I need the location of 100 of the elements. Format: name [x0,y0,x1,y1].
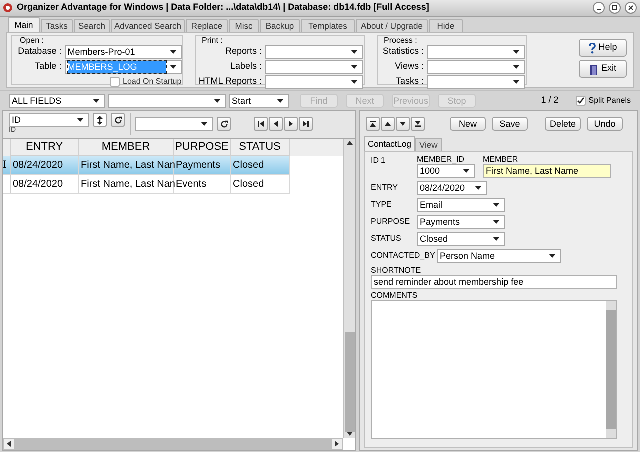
horizontal-scrollbar[interactable] [3,438,343,450]
up-arrow-button[interactable] [381,116,395,130]
previous-button[interactable] [269,117,283,131]
field-label: STATUS [371,233,402,245]
checkbox[interactable]: Split Panels [576,94,631,106]
help-button[interactable]: Help [579,39,627,57]
tab[interactable]: About / Upgrade [356,19,428,32]
field-label: CONTACTED_BY [371,250,436,262]
mode-dropdown[interactable]: Start [229,94,289,108]
vertical-scrollbar[interactable] [343,139,355,438]
member-id-dropdown[interactable]: 1000 [417,164,475,178]
member-field[interactable]: First Name, Last Name [483,164,611,178]
sort-direction-button[interactable] [93,113,107,127]
caret-icon [513,65,520,69]
tab[interactable]: Search [74,19,110,32]
table-row[interactable]: I 08/24/2020 First Name, Last NanPayments Closed [3,156,290,175]
field-label: COMMENTS [371,291,419,300]
field-label: HTML Reports : [198,75,262,88]
comments-field[interactable] [371,300,617,439]
exit-button[interactable]: Exit [579,60,627,78]
tab[interactable]: Replace [186,19,228,32]
table-row[interactable]: 08/24/2020 First Name, Last NanEvents Closed [3,175,290,194]
shortnote-field[interactable]: send reminder about membership fee [371,275,617,289]
tab[interactable]: Main [8,17,40,32]
tab[interactable]: Backup [260,19,300,32]
table-cell: 08/24/2020 [11,156,79,174]
refresh-button[interactable] [217,117,231,131]
field-label: Statistics : [382,45,424,58]
field-label: Labels : [229,60,262,74]
value-dropdown[interactable]: Payments [417,215,505,229]
field-label: Table : [34,60,62,74]
window-title: Organizer Advantage for Windows | Data Folder: ...\data\db14\ | Database: db14.fdb [Full Access] [17,1,430,14]
up-down-arrow-icon [97,116,103,124]
toolbar-button[interactable]: Save [492,116,528,130]
group-label: Print : [201,36,224,45]
toolbar-button[interactable]: Undo [587,116,623,130]
minimize-button[interactable] [593,2,605,14]
refresh-button[interactable] [111,113,125,127]
tab[interactable]: Hide [429,19,463,32]
tab[interactable]: View [415,138,442,151]
tab[interactable]: Misc [229,19,259,32]
row-indicator: I [3,158,7,172]
field-label: PURPOSE [371,216,412,228]
bottom-button[interactable] [411,116,425,130]
field-label: TYPE [371,199,393,211]
field-label: Views : [394,60,424,74]
first-record-icon [257,120,265,128]
up-arrow-icon [384,120,392,128]
top-button[interactable] [366,116,380,130]
field-label: SHORTNOTE [371,266,422,275]
caret-icon [493,203,500,207]
value-dropdown[interactable]: Person Name [437,249,561,263]
value-dropdown[interactable]: Closed [417,232,505,246]
toolbar-button[interactable]: Delete [545,116,581,130]
close-button[interactable] [625,2,637,14]
id-value: 1 [381,155,386,167]
down-arrow-button[interactable] [396,116,410,130]
caret-icon [351,65,358,69]
group-label: Open : [19,36,46,45]
table-cell: Closed [231,175,290,193]
down-arrow-icon [399,120,407,128]
caret-icon [493,220,500,224]
check-mark-icon [576,96,585,104]
checkbox[interactable]: Load On Startup [110,76,182,88]
toolbar-button[interactable]: New [450,116,486,130]
field-dropdown[interactable]: ALL FIELDS [9,94,105,108]
field-label: MEMBER [483,155,520,164]
tab[interactable]: Advanced Search [111,19,185,32]
last-record-button[interactable] [299,117,313,131]
next-button[interactable] [284,117,298,131]
tab[interactable]: Templates [301,19,355,32]
table-cell: First Name, Last Nan [79,156,174,174]
record-count: 1 / 2 [541,94,559,107]
caret-icon [214,98,221,102]
refresh-icon [114,116,122,124]
tab[interactable]: Tasks [41,19,73,32]
first-record-button[interactable] [254,117,268,131]
maximize-button[interactable] [609,2,621,14]
caret-icon [170,65,177,69]
field-label: Database : [17,45,62,58]
next-icon [287,120,295,128]
database-dropdown[interactable]: Members-Pro-01 [64,45,182,59]
caret-icon [351,80,358,84]
value-dropdown[interactable]: Email [417,198,505,212]
caret-icon [513,50,520,54]
refresh-icon [220,120,228,128]
field-label: ID [371,155,379,167]
tab[interactable]: ContactLog [364,136,416,151]
caret-icon [277,98,284,102]
value-dropdown[interactable]: 08/24/2020 [417,181,487,195]
caret-icon [351,50,358,54]
caret-icon [475,186,482,190]
table-cell: Closed [231,156,290,174]
caret-icon [549,254,556,258]
scroll-up-icon [346,141,352,145]
sort-dropdown[interactable]: ID [9,113,89,127]
field-label: ENTRY [371,182,399,194]
table-cell: Payments [174,156,231,174]
table-cell: 08/24/2020 [11,175,79,193]
scroll-left-icon [7,441,11,447]
